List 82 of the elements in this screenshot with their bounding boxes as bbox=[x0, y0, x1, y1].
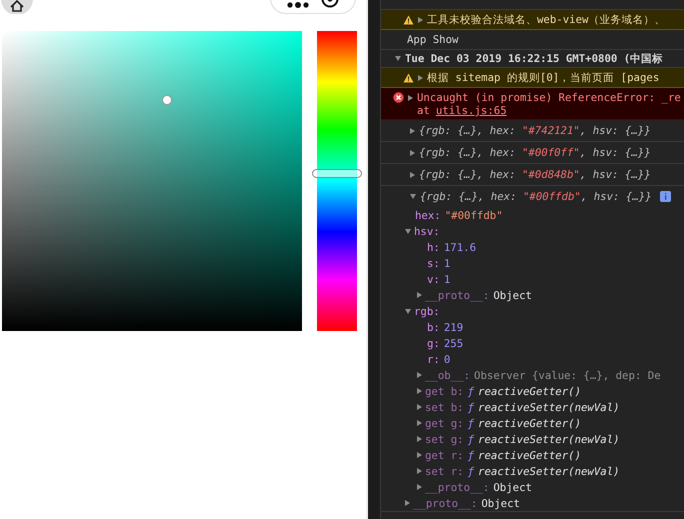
warning-icon bbox=[403, 14, 414, 24]
property-key: set r: bbox=[425, 464, 464, 478]
source-link[interactable]: utils.js:65 bbox=[436, 104, 507, 117]
expand-arrow-icon[interactable] bbox=[395, 56, 401, 61]
object-preview[interactable]: {rgb: {…}, hex: "#742121", hsv: {…}} bbox=[419, 124, 651, 137]
error-icon bbox=[393, 92, 404, 103]
function-glyph: ƒ bbox=[468, 432, 474, 446]
property-value: reactiveGetter() bbox=[478, 384, 581, 398]
expand-arrow-icon[interactable] bbox=[417, 452, 422, 458]
expand-arrow-icon[interactable] bbox=[417, 388, 422, 394]
property-value: Object bbox=[493, 480, 532, 494]
property-value: Observer {value: {…}, dep: De bbox=[474, 368, 661, 382]
property-value: reactiveSetter(newVal) bbox=[478, 432, 620, 446]
property-value: 255 bbox=[444, 336, 464, 350]
property-key: get r: bbox=[425, 448, 464, 462]
function-glyph: ƒ bbox=[468, 464, 474, 478]
property-key: h: bbox=[427, 240, 440, 254]
property-key: get g: bbox=[425, 416, 464, 430]
expand-arrow-icon[interactable] bbox=[410, 150, 415, 156]
property-key: get b: bbox=[425, 384, 464, 398]
warning-text: 根据 sitemap 的规则[0]，当前页面 [pages bbox=[427, 70, 660, 84]
property-value: 219 bbox=[444, 320, 464, 334]
property-value: 0 bbox=[444, 352, 450, 366]
expand-arrow-icon[interactable] bbox=[417, 484, 422, 490]
expand-arrow-icon[interactable] bbox=[417, 436, 422, 442]
function-glyph: ƒ bbox=[468, 448, 474, 462]
expand-arrow-icon[interactable] bbox=[417, 404, 422, 410]
property-key: hsv: bbox=[414, 224, 440, 238]
expand-arrow-icon[interactable] bbox=[408, 94, 413, 100]
property-value: Object bbox=[493, 288, 532, 302]
function-glyph: ƒ bbox=[468, 384, 474, 398]
property-key: rgb: bbox=[414, 304, 440, 318]
object-preview[interactable]: {rgb: {…}, hex: "#00f0ff", hsv: {…}} bbox=[419, 146, 651, 159]
picker-cursor[interactable] bbox=[162, 95, 172, 105]
expand-arrow-icon[interactable] bbox=[410, 128, 415, 134]
property-value: 171.6 bbox=[444, 240, 476, 254]
info-icon[interactable] bbox=[660, 191, 671, 202]
property-value: 1 bbox=[444, 256, 450, 270]
property-key: hex: bbox=[415, 208, 441, 222]
property-key: __proto__: bbox=[413, 496, 478, 510]
property-key: __ob__: bbox=[425, 368, 470, 382]
expand-arrow-icon[interactable] bbox=[410, 172, 415, 178]
property-key: s: bbox=[427, 256, 440, 270]
expand-arrow-icon[interactable] bbox=[410, 194, 416, 199]
property-key: g: bbox=[427, 336, 440, 350]
stack-text: at bbox=[417, 104, 430, 117]
property-key: set g: bbox=[425, 432, 464, 446]
expand-arrow-icon[interactable] bbox=[417, 420, 422, 426]
function-glyph: ƒ bbox=[468, 416, 474, 430]
property-value: Object bbox=[481, 496, 520, 510]
hue-slider-thumb[interactable] bbox=[312, 169, 362, 178]
expand-arrow-icon[interactable] bbox=[405, 228, 411, 234]
property-value: reactiveGetter() bbox=[478, 448, 581, 462]
warning-icon bbox=[403, 72, 414, 82]
function-glyph: ƒ bbox=[468, 400, 474, 414]
property-key: r: bbox=[427, 352, 440, 366]
house-icon bbox=[10, 0, 24, 12]
property-key: __proto__: bbox=[425, 480, 490, 494]
log-text: App Show bbox=[407, 33, 458, 46]
expand-arrow-icon[interactable] bbox=[418, 16, 423, 22]
property-value: 1 bbox=[444, 272, 450, 286]
expand-arrow-icon[interactable] bbox=[417, 292, 422, 298]
object-preview[interactable]: {rgb: {…}, hex: "#0d848b", hsv: {…}} bbox=[419, 168, 651, 181]
expand-arrow-icon[interactable] bbox=[417, 468, 422, 474]
property-key: v: bbox=[427, 272, 440, 286]
expand-arrow-icon[interactable] bbox=[405, 308, 411, 314]
warning-text: 工具未校验合法域名、web-view（业务域名）、 bbox=[427, 12, 666, 26]
expand-arrow-icon[interactable] bbox=[418, 74, 423, 80]
property-value: reactiveGetter() bbox=[478, 416, 581, 430]
group-header-text: Tue Dec 03 2019 16:22:15 GMT+0800 (中国标 bbox=[405, 52, 664, 66]
expand-arrow-icon[interactable] bbox=[417, 372, 422, 378]
expand-arrow-icon[interactable] bbox=[405, 500, 410, 506]
property-value: reactiveSetter(newVal) bbox=[478, 400, 620, 414]
error-text: Uncaught (in promise) ReferenceError: _re bbox=[417, 91, 681, 104]
object-preview[interactable]: {rgb: {…}, hex: "#00ffdb", hsv: {…}} bbox=[420, 190, 652, 203]
property-value: "#00ffdb" bbox=[444, 208, 503, 222]
property-value: reactiveSetter(newVal) bbox=[478, 464, 620, 478]
property-key: b: bbox=[427, 320, 440, 334]
saturation-value-panel[interactable] bbox=[2, 31, 302, 331]
property-key: __proto__: bbox=[425, 288, 490, 302]
more-icon bbox=[287, 2, 309, 8]
property-key: set b: bbox=[425, 400, 464, 414]
